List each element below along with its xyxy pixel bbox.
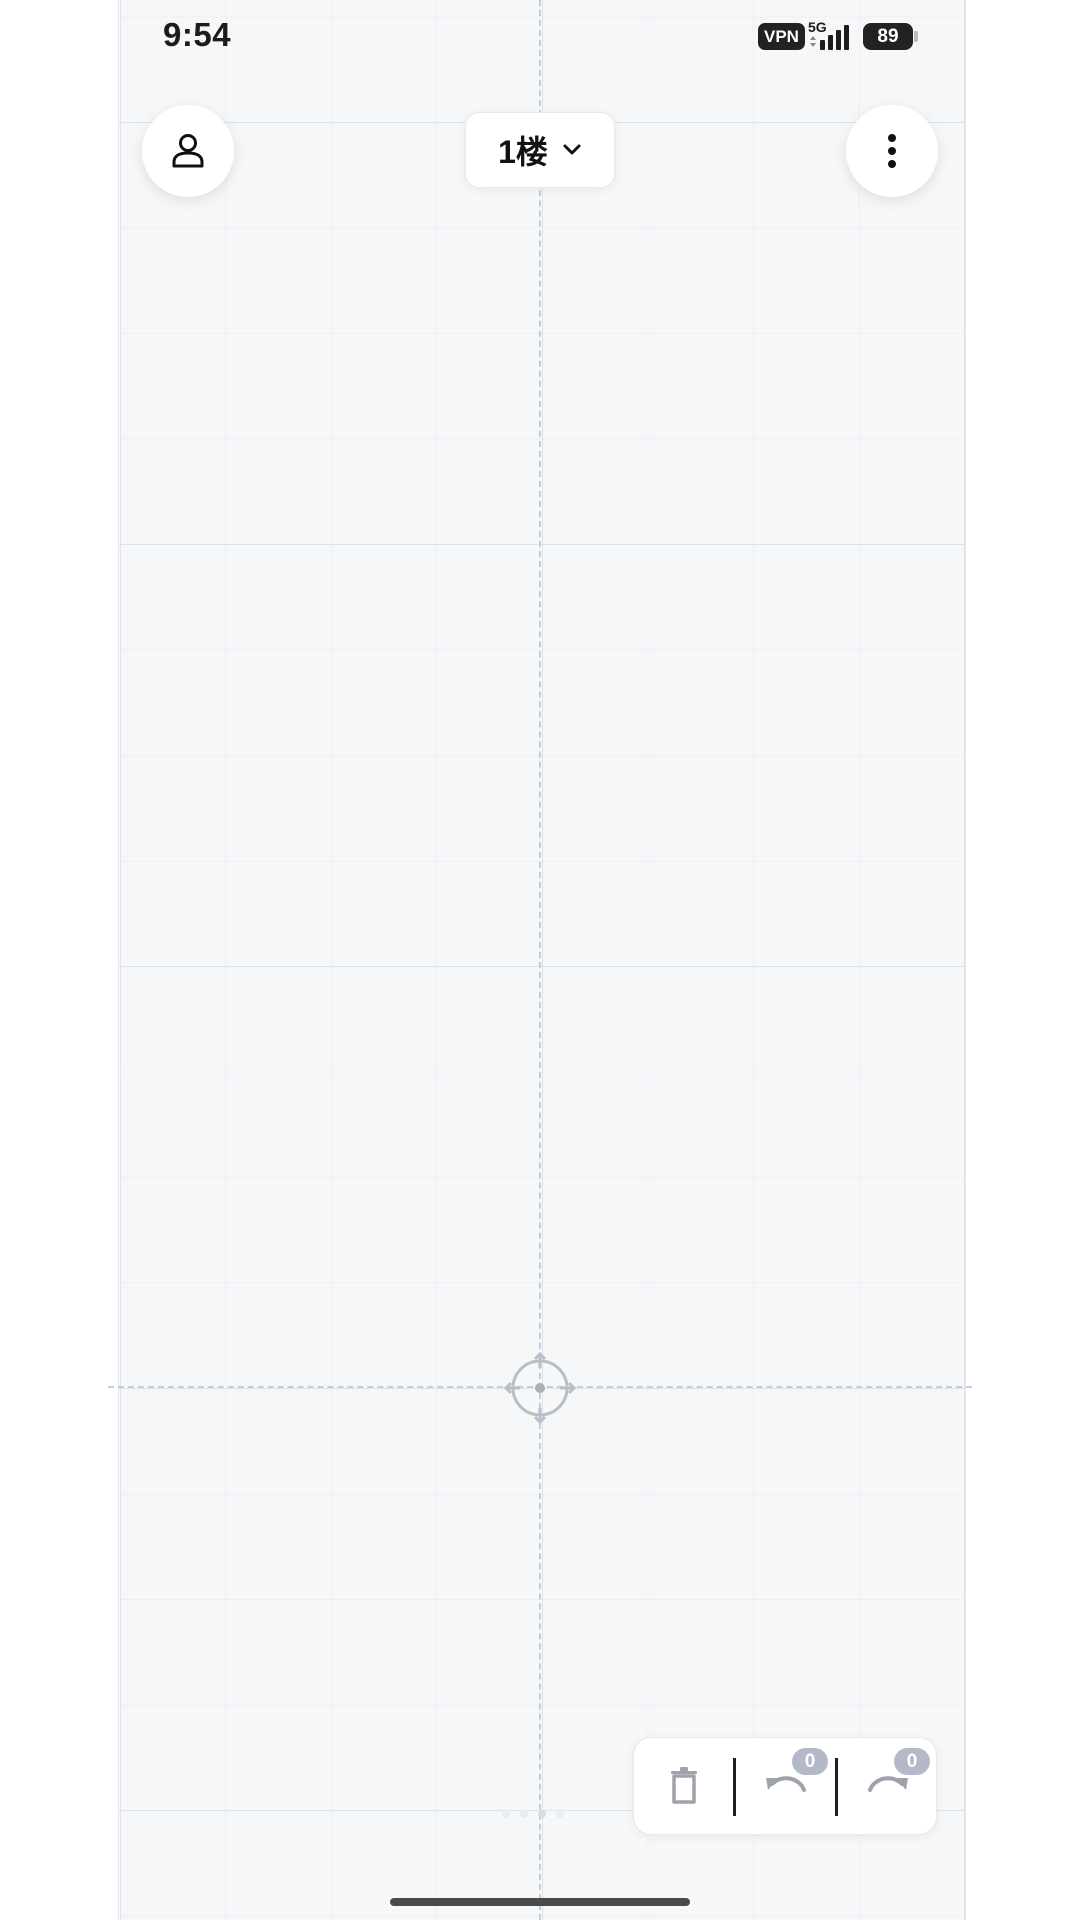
- vpn-badge: VPN: [758, 23, 805, 50]
- battery-tip: [914, 31, 918, 42]
- cellular-signal-icon: [810, 25, 849, 50]
- page-dot: [502, 1810, 510, 1818]
- page-indicator: [502, 1809, 582, 1819]
- origin-crosshair-icon: [503, 1351, 577, 1425]
- redo-count-badge: 0: [894, 1748, 930, 1775]
- home-indicator[interactable]: [390, 1898, 690, 1906]
- floor-plan-canvas[interactable]: [118, 0, 966, 1920]
- edit-toolbar: 0 0: [633, 1737, 937, 1835]
- floor-selector-dropdown[interactable]: 1楼: [465, 112, 615, 188]
- chevron-down-icon: [563, 144, 581, 155]
- page-dot: [556, 1810, 564, 1818]
- undo-count-badge: 0: [792, 1748, 828, 1775]
- undo-icon: [766, 1776, 806, 1792]
- profile-button[interactable]: [142, 105, 234, 197]
- battery-level: 89: [863, 23, 913, 50]
- delete-button[interactable]: [634, 1738, 734, 1834]
- undo-button[interactable]: 0: [736, 1738, 836, 1834]
- person-icon: [172, 134, 204, 168]
- more-options-button[interactable]: [846, 105, 938, 197]
- status-bar: 9:54 VPN 5G 89: [0, 0, 1080, 74]
- floor-selector-label: 1楼: [498, 134, 548, 170]
- vertical-axis-line: [539, 0, 541, 1920]
- screen: 9:54 VPN 5G 89 1楼 0 0: [0, 0, 1080, 1920]
- page-dot: [520, 1810, 528, 1818]
- redo-button[interactable]: 0: [838, 1738, 938, 1834]
- page-dot-active: [538, 1810, 546, 1818]
- redo-icon: [868, 1776, 908, 1792]
- vertical-dots-icon: [888, 134, 896, 168]
- status-time: 9:54: [163, 16, 232, 53]
- trash-icon: [671, 1767, 697, 1804]
